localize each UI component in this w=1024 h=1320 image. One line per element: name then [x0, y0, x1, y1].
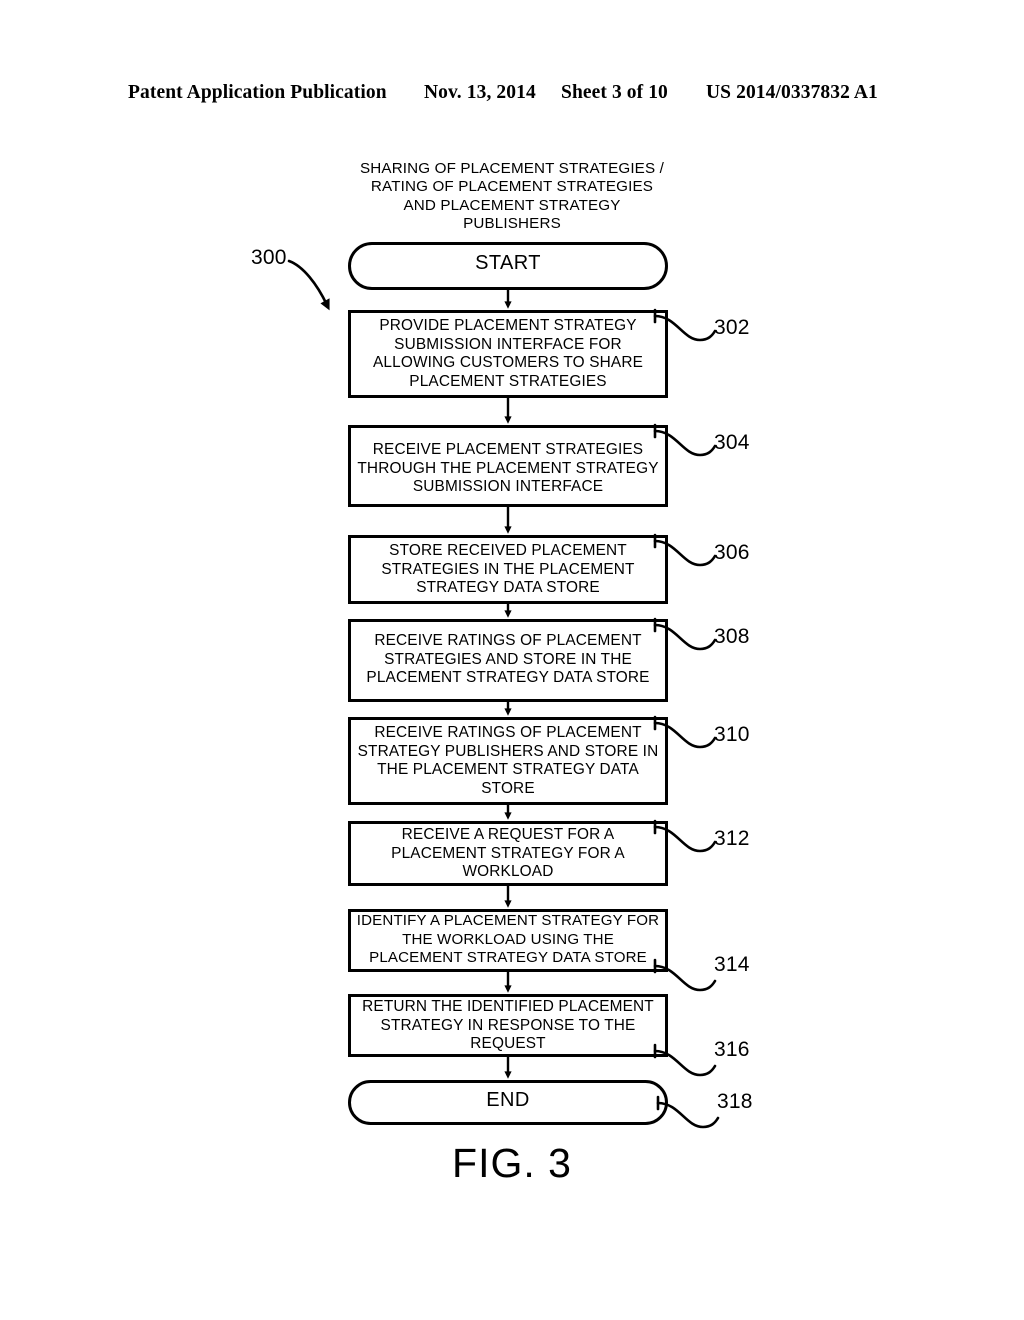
node-label-304: RECEIVE PLACEMENT STRATEGIES THROUGH THE… [357, 441, 659, 496]
ref-numeral-308: 308 [714, 625, 750, 648]
ref-numeral-300: 300 [251, 246, 287, 269]
ref-numeral-314: 314 [714, 953, 750, 976]
figure-title: SHARING OF PLACEMENT STRATEGIES / RATING… [360, 160, 664, 233]
ref-numeral-306: 306 [714, 541, 750, 564]
node-label-end: END [486, 1089, 530, 1111]
node-label-start: START [475, 252, 541, 274]
ref-numeral-304: 304 [714, 431, 750, 454]
patent-figure: SHARING OF PLACEMENT STRATEGIES / RATING… [0, 0, 1024, 1320]
ref-numeral-310: 310 [714, 723, 750, 746]
node-label-314: IDENTIFY A PLACEMENT STRATEGY FOR THE WO… [356, 912, 660, 967]
ref-numeral-302: 302 [714, 316, 750, 339]
figure-caption: FIG. 3 [452, 1140, 572, 1186]
node-label-308: RECEIVE RATINGS OF PLACEMENT STRATEGIES … [366, 632, 650, 687]
node-label-306: STORE RECEIVED PLACEMENT STRATEGIES IN T… [381, 542, 635, 597]
node-label-312: RECEIVE A REQUEST FOR A PLACEMENT STRATE… [391, 826, 625, 881]
node-label-302: PROVIDE PLACEMENT STRATEGY SUBMISSION IN… [372, 317, 644, 390]
ref-numeral-316: 316 [714, 1038, 750, 1061]
node-label-316: RETURN THE IDENTIFIED PLACEMENT STRATEGY… [362, 998, 654, 1053]
ref-numeral-318: 318 [717, 1090, 753, 1113]
leader-300 [287, 259, 330, 311]
node-label-310: RECEIVE RATINGS OF PLACEMENT STRATEGY PU… [357, 724, 659, 797]
ref-numeral-312: 312 [714, 827, 750, 850]
